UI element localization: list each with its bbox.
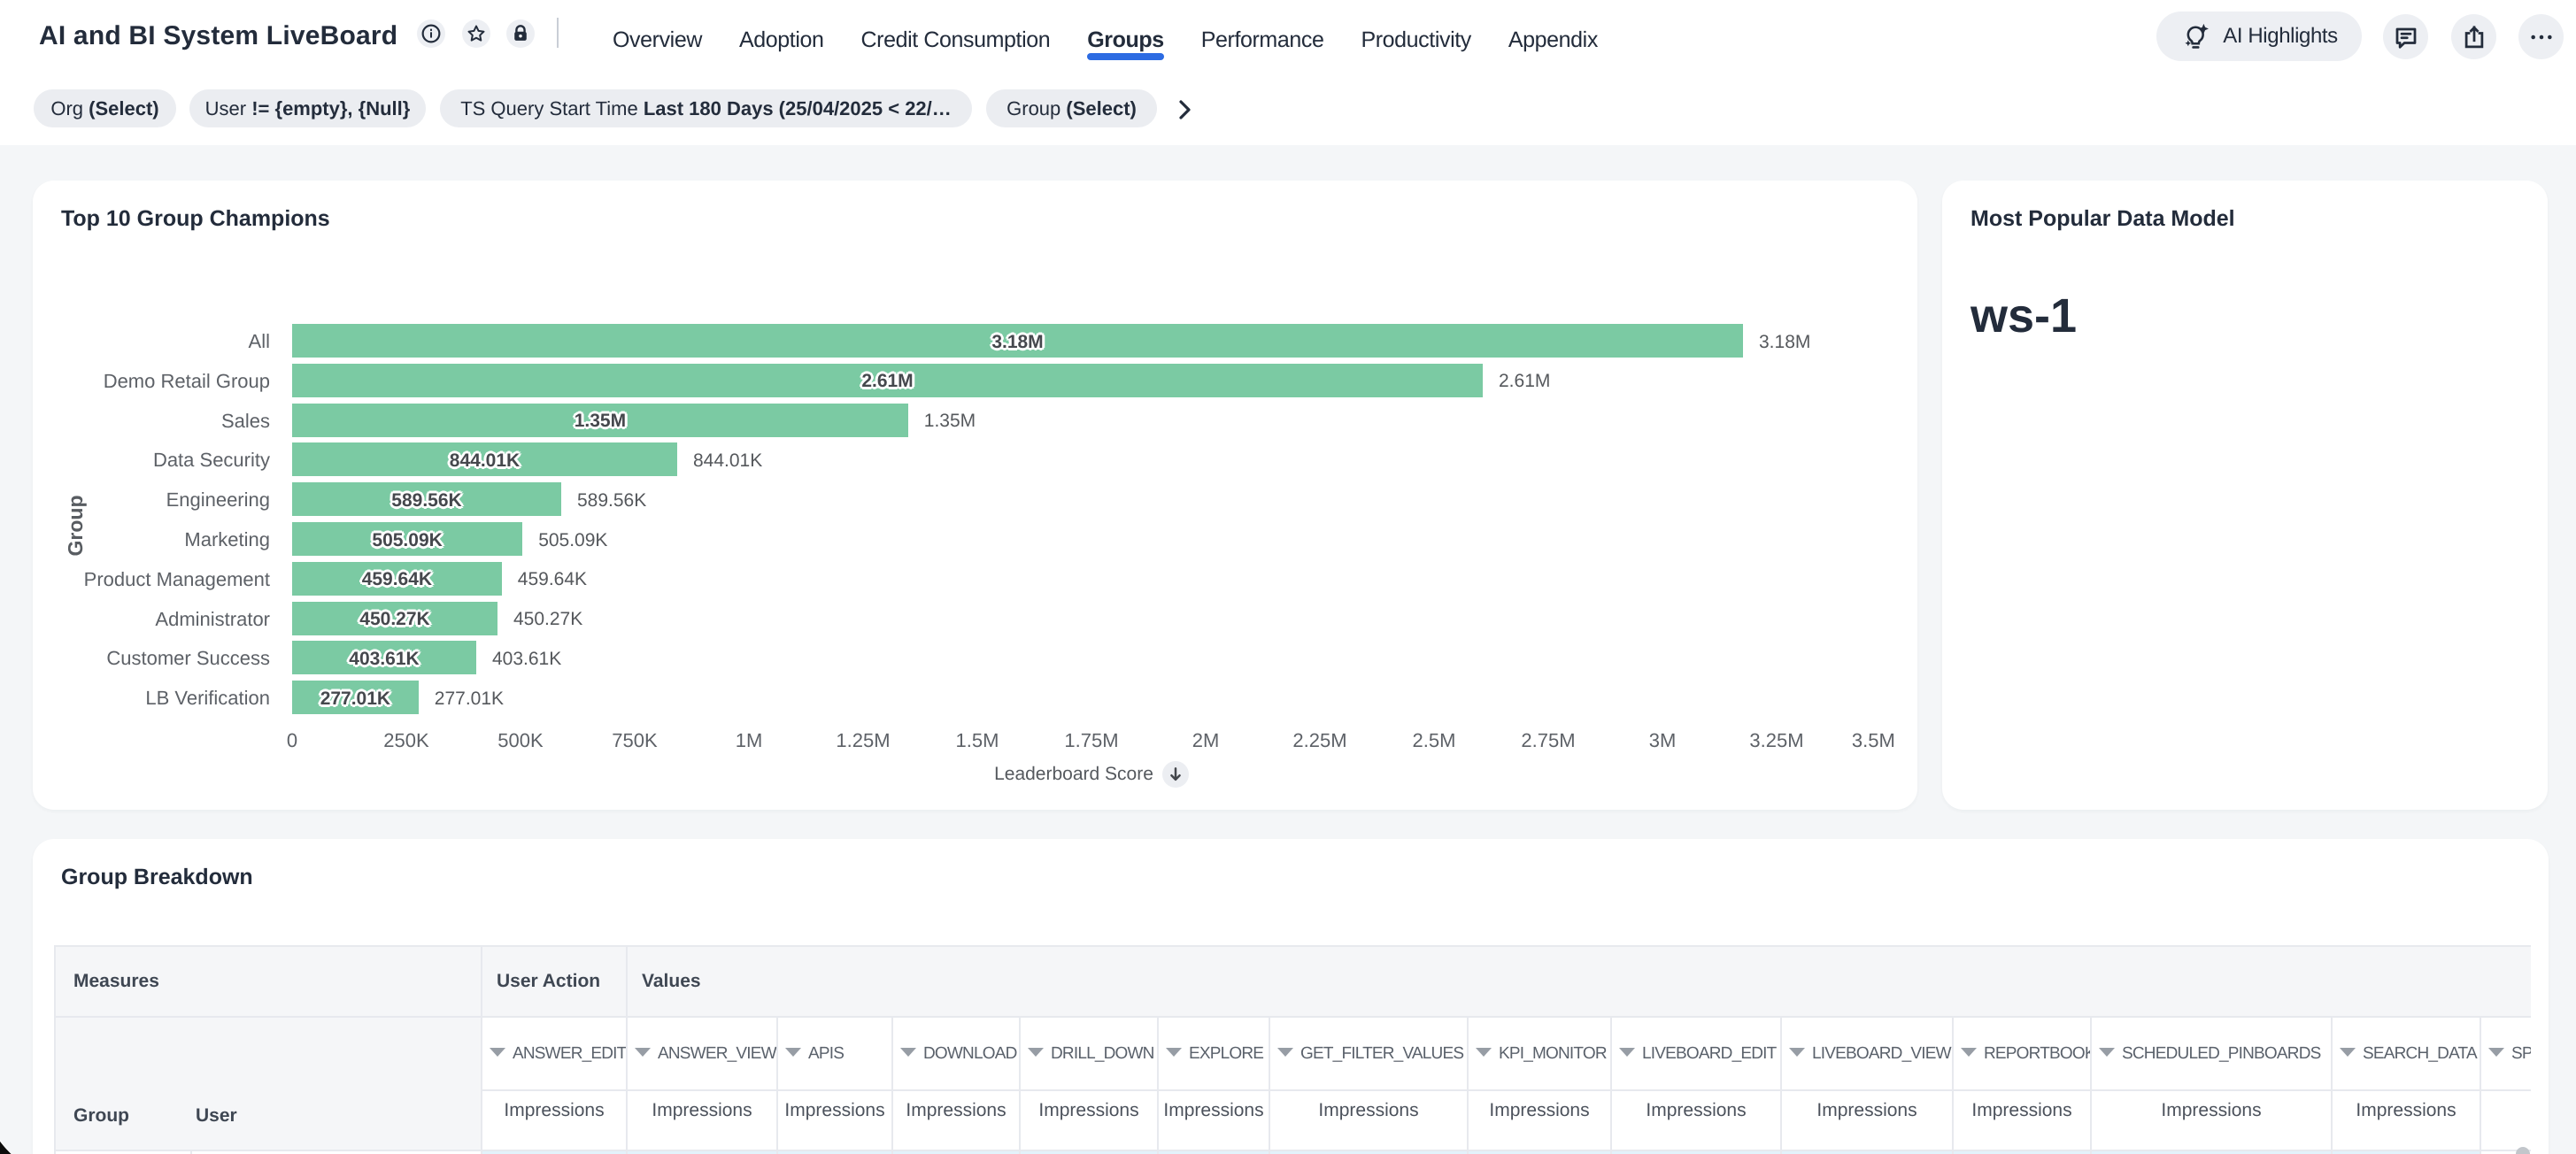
- svg-text:Group: Group: [66, 496, 88, 557]
